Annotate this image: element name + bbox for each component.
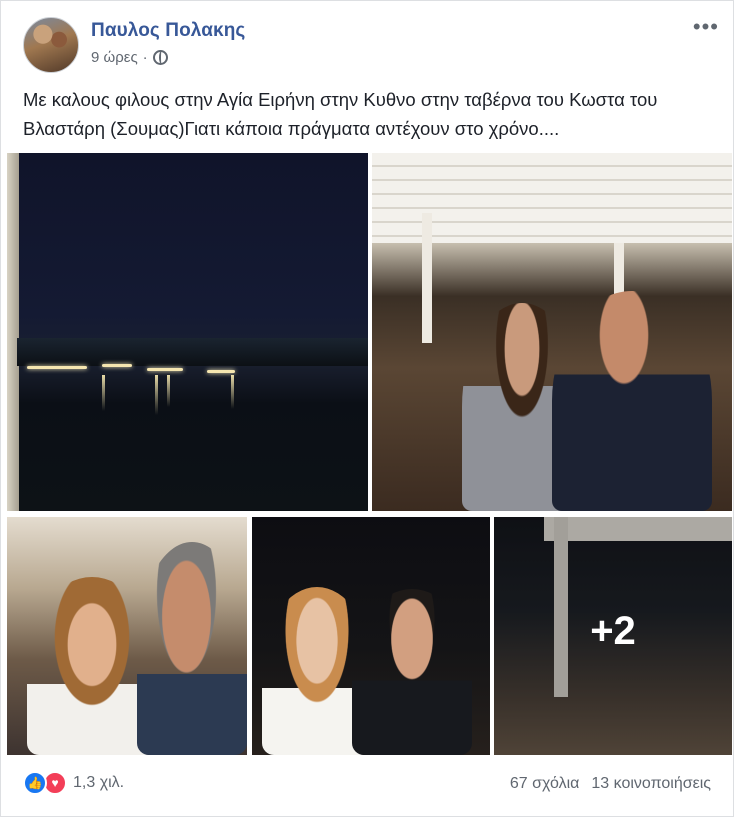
post-card: Παυλος Πολακης 9 ώρες · ••• Με καλους φι… [0, 0, 734, 817]
globe-icon[interactable] [152, 50, 168, 65]
engagement-stats: 67 σχόλια 13 κοινοποιήσεις [510, 775, 711, 793]
avatar[interactable] [23, 17, 79, 73]
photo-lights [102, 364, 132, 367]
more-photos-count[interactable]: +2 [494, 517, 732, 755]
meta-separator: · [142, 49, 148, 66]
author-name[interactable]: Παυλος Πολακης [91, 20, 245, 42]
post-time[interactable]: 9 ώρες [91, 49, 138, 66]
photo-post [422, 213, 432, 343]
photo-person [352, 589, 472, 755]
photo-pillar [7, 153, 19, 511]
photo-lights [27, 366, 87, 369]
post-header: Παυλος Πολακης 9 ώρες · ••• [23, 16, 721, 75]
photo-person [552, 291, 712, 511]
shares-count[interactable]: 13 κοινοποιήσεις [591, 775, 711, 793]
photo-night-harbor[interactable] [7, 153, 368, 511]
reactions-summary[interactable]: 👍 ♥ 1,3 χιλ. [23, 771, 124, 795]
photo-selfie-1[interactable] [7, 517, 247, 755]
photo-lights [207, 370, 235, 373]
photo-reflection [155, 375, 158, 415]
photo-selfie-2[interactable] [252, 517, 490, 755]
photo-reflection [231, 375, 234, 409]
post-footer: 👍 ♥ 1,3 χιλ. 67 σχόλια 13 κοινοποιήσεις [23, 769, 711, 799]
like-icon[interactable]: 👍 [23, 771, 47, 795]
photo-reflection [167, 375, 170, 407]
photo-person [137, 542, 247, 755]
photo-couple-taverna[interactable] [372, 153, 732, 511]
post-meta: 9 ώρες · [91, 49, 168, 66]
post-text: Με καλους φιλους στην Αγία Ειρήνη στην Κ… [23, 89, 658, 139]
reaction-count[interactable]: 1,3 χιλ. [73, 774, 124, 792]
photo-reflection [102, 375, 105, 411]
ellipsis-icon[interactable]: ••• [693, 16, 719, 38]
comments-count[interactable]: 67 σχόλια [510, 775, 579, 793]
photo-more[interactable]: +2 [494, 517, 732, 755]
photo-lights [147, 368, 183, 371]
photo-shore [17, 338, 368, 366]
